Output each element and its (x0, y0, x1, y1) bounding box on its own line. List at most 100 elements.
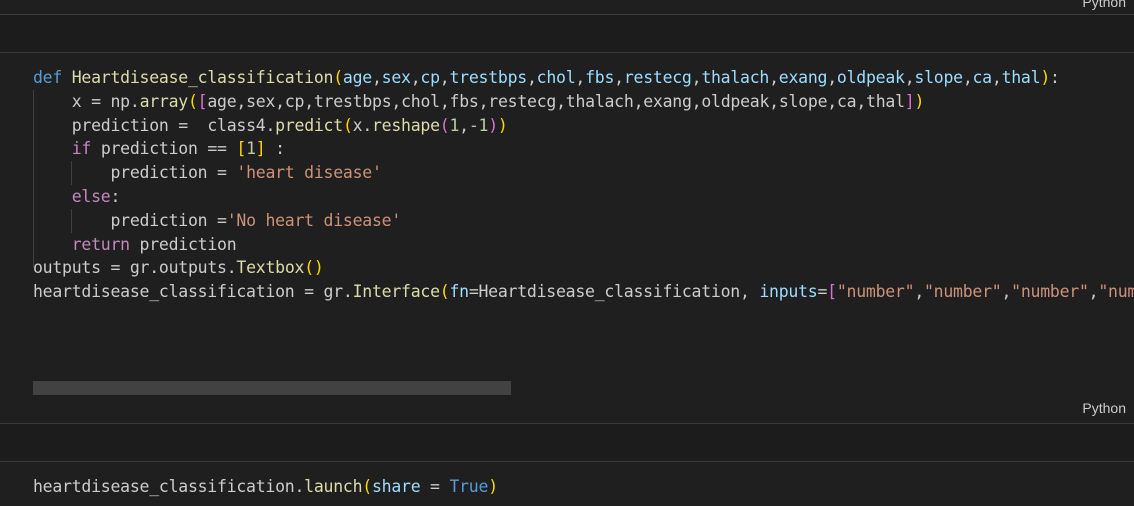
code-token: = (100, 258, 130, 278)
code-token: Textbox (236, 258, 305, 278)
code-token: , (739, 282, 760, 302)
code-token: = (420, 477, 450, 496)
code-token: ) (488, 115, 498, 135)
code-token: fn (449, 282, 469, 302)
code-token: , (526, 68, 537, 87)
code-token: ] (904, 91, 915, 111)
code-token: if (71, 139, 92, 159)
code-token: , (691, 68, 702, 87)
code-token: "numb (1098, 282, 1134, 302)
code-token: [ (827, 282, 837, 302)
code-token: , (439, 91, 450, 111)
code-token: age (342, 68, 372, 87)
cell-0-footer: Python (0, 0, 1134, 14)
code-token: ) (313, 258, 324, 278)
code-token: , (478, 91, 489, 111)
code-token: prediction (100, 139, 198, 159)
code-token: np (110, 91, 131, 111)
code-token: = (294, 282, 324, 302)
code-token: gr (323, 282, 344, 302)
code-token: , (769, 91, 779, 111)
code-token: ) (1040, 68, 1050, 87)
cell-language-label[interactable]: Python (1082, 400, 1126, 416)
code-token: x (71, 91, 82, 111)
code-line[interactable]: outputs = gr.outputs.Textbox() (33, 256, 1134, 280)
code-token: ( (342, 115, 353, 135)
code-token: reshape (372, 115, 440, 135)
code-token: ( (333, 68, 343, 87)
code-token: thal (1001, 68, 1041, 87)
code-token: = (168, 115, 208, 135)
code-token: , (691, 91, 702, 111)
code-token: [ (236, 139, 247, 159)
code-token: "number" (836, 282, 915, 302)
code-token: . (149, 258, 159, 278)
code-token: "number" (924, 282, 1002, 302)
code-token: def (33, 68, 63, 87)
code-token: . (129, 91, 140, 111)
code-line[interactable]: x = np.array([age,sex,cp,trestbps,chol,f… (33, 90, 1134, 114)
code-token: prediction (110, 210, 208, 230)
code-token: ca (836, 91, 857, 111)
code-line[interactable]: def Heartdisease_classification(age,sex,… (33, 66, 1134, 90)
code-token: outputs (158, 258, 227, 278)
code-line[interactable]: prediction = class4.predict(x.reshape(1,… (33, 114, 1134, 138)
code-line[interactable]: return prediction (33, 233, 1134, 257)
code-line[interactable]: prediction = 'heart disease' (33, 161, 1134, 185)
code-token: ) (488, 477, 498, 496)
code-token: array (139, 91, 189, 111)
code-cell-1[interactable]: def Heartdisease_classification(age,sex,… (0, 53, 1134, 423)
code-token: = (817, 282, 828, 302)
code-line[interactable]: prediction ='No heart disease' (33, 209, 1134, 233)
code-token: cp (420, 68, 440, 87)
code-line[interactable]: heartdisease_classification.launch(share… (33, 475, 498, 499)
code-line[interactable]: else: (33, 185, 1134, 209)
code-token: -1 (468, 115, 489, 135)
code-token: [ (197, 91, 208, 111)
code-token: exang (778, 68, 828, 87)
code-editor[interactable]: def Heartdisease_classification(age,sex,… (33, 66, 1134, 304)
code-token: ) (497, 115, 508, 135)
code-token: trestbps (313, 91, 392, 111)
code-token: True (449, 477, 489, 496)
code-token: cp (284, 91, 305, 111)
code-token: . (342, 282, 353, 302)
code-token: predict (275, 115, 343, 135)
code-token: . (294, 477, 305, 496)
code-token: outputs (33, 258, 101, 278)
code-token: slope (914, 68, 963, 87)
code-cell-2[interactable]: heartdisease_classification.launch(share… (0, 462, 1134, 506)
code-token: , (410, 68, 421, 87)
code-line[interactable]: heartdisease_classification = gr.Interfa… (33, 280, 1134, 304)
code-token: : (1050, 68, 1060, 87)
code-token: , (556, 91, 566, 111)
code-editor[interactable]: heartdisease_classification.launch(share… (33, 475, 498, 499)
code-token: class4 (207, 115, 266, 135)
cell-language-label[interactable]: Python (1082, 0, 1126, 10)
code-line[interactable]: if prediction == [1] : (33, 137, 1134, 161)
code-token: x (352, 115, 363, 135)
code-token: , (914, 282, 924, 302)
horizontal-scrollbar[interactable] (33, 381, 511, 395)
code-token: == (197, 139, 237, 159)
code-token: thalach (701, 68, 770, 87)
code-token: else (71, 186, 111, 206)
code-token: , (275, 91, 285, 111)
code-token: restecg (488, 91, 557, 111)
code-token: : (110, 186, 121, 206)
code-token: , (827, 68, 837, 87)
code-token: thalach (565, 91, 634, 111)
code-token: launch (304, 477, 363, 496)
code-token: 'No heart disease' (226, 210, 402, 230)
code-token: ( (187, 91, 198, 111)
code-token: Interface (352, 282, 440, 302)
code-token: , (614, 68, 624, 87)
code-token: 1 (449, 115, 460, 135)
